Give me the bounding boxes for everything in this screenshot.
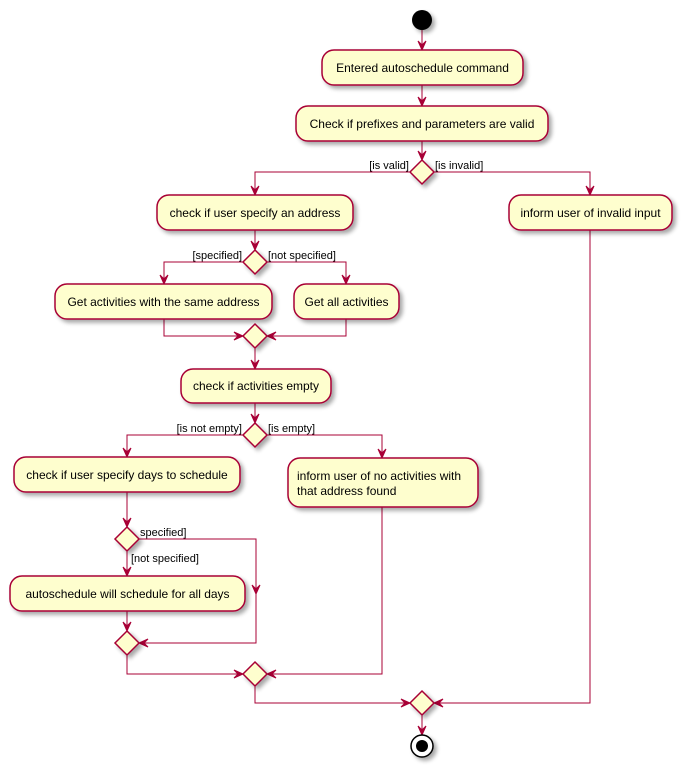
activity-label: Get activities with the same address [67, 295, 259, 309]
edge-not-specified-to-all-activities [267, 261, 347, 284]
end-circle-inner [416, 740, 428, 752]
activity-check-days: check if user specify days to schedule [13, 456, 241, 493]
guard-is-valid: [is valid] [369, 160, 409, 172]
decision-empty [241, 421, 269, 449]
edge-specified-to-same-address [163, 261, 243, 284]
activity-label: autoschedule will schedule for all days [25, 587, 229, 601]
guard-not-specified: [not specified] [268, 250, 336, 262]
decision-valid [408, 158, 436, 186]
edge-valid-to-check-address [254, 171, 410, 195]
merge-empty-branches [241, 660, 269, 688]
guard-days-specified: specified] [140, 527, 186, 539]
start-node [412, 10, 432, 30]
activity-check-activities-empty: check if activities empty [180, 368, 332, 404]
activity-diagram: Entered autoschedule command Check if pr… [9, 10, 673, 758]
edge-same-address-to-merge [163, 319, 243, 337]
activity-inform-invalid-input: inform user of invalid input [508, 194, 673, 231]
merge-days [113, 629, 141, 657]
activity-get-all-activities: Get all activities [293, 283, 400, 320]
activity-label: check if user specify an address [170, 206, 341, 220]
activity-label-line-2: that address found [297, 484, 396, 498]
end-node [410, 734, 434, 758]
edge-not-empty-to-check-days [126, 434, 243, 457]
activity-schedule-all-days: autoschedule will schedule for all days [9, 575, 246, 612]
decision-days-specified [113, 525, 141, 553]
edge-empty-to-inform-no-activities [267, 434, 383, 458]
activity-label: Check if prefixes and parameters are val… [310, 117, 535, 131]
activity-label: Get all activities [304, 295, 388, 309]
guard-specified: [specified] [192, 250, 242, 262]
edge-merge-to-final-merge [254, 686, 410, 704]
guard-days-not-specified: [not specified] [131, 553, 199, 565]
guard-is-empty: [is empty] [268, 423, 315, 435]
start-circle [412, 10, 432, 30]
merge-activities [241, 322, 269, 350]
activity-label: check if activities empty [193, 379, 319, 393]
decision-address-specified [241, 248, 269, 276]
edge-invalid-to-inform-invalid [434, 171, 591, 195]
activity-label: check if user specify days to schedule [26, 468, 228, 482]
activity-label: Entered autoschedule command [336, 61, 509, 75]
activity-check-address: check if user specify an address [156, 194, 354, 231]
merge-final [408, 689, 436, 717]
activity-entered-autoschedule: Entered autoschedule command [321, 49, 524, 86]
edge-merge-to-merge [126, 655, 243, 675]
activity-inform-no-activities: inform user of no activities with that a… [287, 457, 479, 508]
activity-label: inform user of invalid input [520, 206, 661, 220]
guard-is-invalid: [is invalid] [435, 160, 483, 172]
activity-get-same-address: Get activities with the same address [54, 283, 273, 320]
edge-inform-no-activities-to-merge [267, 507, 383, 675]
activity-check-prefixes: Check if prefixes and parameters are val… [295, 105, 549, 142]
guard-is-not-empty: [is not empty] [177, 423, 242, 435]
activity-label-line-1: inform user of no activities with [297, 469, 461, 483]
edge-all-activities-to-merge [267, 319, 347, 337]
